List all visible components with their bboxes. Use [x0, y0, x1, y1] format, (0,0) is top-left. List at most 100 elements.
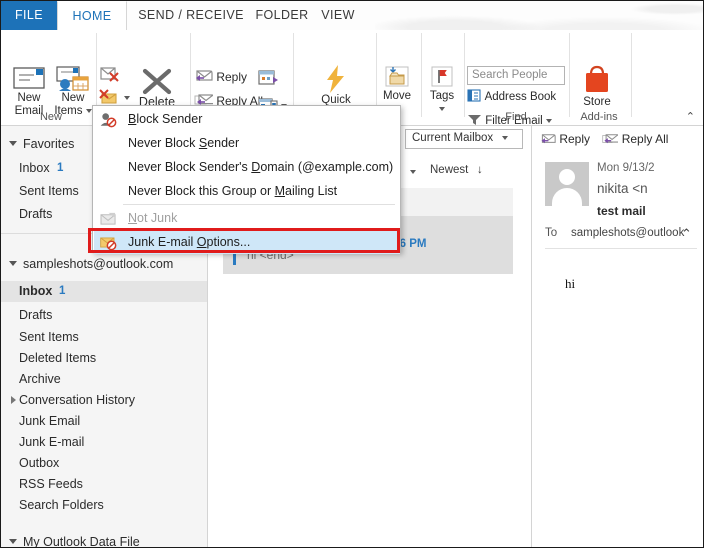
group-separator-6 [464, 33, 465, 117]
tags-caret[interactable] [423, 103, 461, 116]
new-email-icon [10, 64, 48, 92]
meeting-icon [257, 68, 279, 87]
folder-drafts-label: Drafts [19, 305, 52, 326]
lightning-icon [319, 64, 353, 94]
data-file-label: My Outlook Data File [23, 532, 140, 547]
folder-junk-email[interactable]: Junk Email [1, 411, 208, 432]
menu-item-block-sender[interactable]: Block Sender [94, 107, 400, 131]
reply-all-icon [601, 132, 618, 146]
folder-search-folders-label: Search Folders [19, 495, 104, 516]
message-body: hi [565, 276, 575, 292]
clean-up-icon [97, 87, 123, 107]
menu-item-block-sender-label: Block Sender [128, 107, 202, 131]
reading-reply-all-button[interactable]: Reply All [622, 132, 669, 146]
favorite-inbox-count: 1 [57, 158, 63, 179]
message-to-label: To [545, 227, 557, 239]
account-header[interactable]: sampleshots@outlook.com [1, 254, 208, 275]
folder-archive[interactable]: Archive [1, 369, 208, 390]
store-button[interactable]: Store [573, 64, 621, 109]
tab-file[interactable]: FILE [1, 1, 57, 30]
tab-folder[interactable]: FOLDER [251, 1, 313, 30]
tab-home[interactable]: HOME [57, 1, 127, 30]
store-label: Store [573, 96, 621, 109]
folder-outbox[interactable]: Outbox [1, 453, 208, 474]
sort-order-label[interactable]: Newest [430, 164, 468, 176]
folder-rss-feeds-label: RSS Feeds [19, 474, 83, 495]
address-book-label: Address Book [485, 91, 557, 103]
ribbon-group-label-addins: Add-ins [569, 111, 629, 123]
new-items-icon [54, 64, 92, 92]
folder-search-folders[interactable]: Search Folders [1, 495, 208, 516]
sort-order-arrow-icon[interactable]: ↓ [477, 164, 483, 176]
annotation-highlight-box [88, 228, 400, 253]
address-book-button[interactable]: Address Book [467, 89, 556, 103]
tags-label: Tags [423, 90, 461, 103]
menu-item-not-junk: Not Junk [94, 206, 400, 230]
favorite-drafts-label: Drafts [19, 204, 52, 225]
block-sender-icon [99, 111, 119, 128]
folder-junk-e-mail[interactable]: Junk E-mail [1, 432, 208, 453]
folder-junk-e-mail-label: Junk E-mail [19, 432, 84, 453]
conversation-history-expand-icon[interactable] [11, 396, 16, 404]
tags-button[interactable]: Tags [423, 64, 461, 116]
move-label: Move [378, 90, 416, 103]
message-subject: test mail [597, 204, 646, 218]
ribbon-group-label-new: New [7, 111, 95, 123]
reply-button[interactable]: Reply [193, 68, 247, 84]
reading-reply-button[interactable]: Reply [559, 132, 590, 146]
sort-by-caret-icon[interactable] [410, 170, 416, 174]
favorites-label: Favorites [23, 134, 74, 155]
folder-inbox[interactable]: Inbox 1 [1, 281, 208, 302]
account-expand-icon[interactable] [9, 261, 17, 266]
account-label: sampleshots@outlook.com [23, 254, 173, 275]
reply-label: Reply [216, 70, 247, 84]
group-separator-7 [569, 33, 570, 117]
folder-sent-items[interactable]: Sent Items [1, 327, 208, 348]
delete-x-icon [137, 66, 177, 96]
tab-send-receive[interactable]: SEND / RECEIVE [131, 1, 251, 30]
search-people-placeholder: Search People [472, 69, 547, 81]
new-items-line1: New [51, 92, 95, 105]
new-email-line1: New [7, 92, 51, 105]
folder-conversation-history[interactable]: Conversation History [1, 390, 208, 411]
menu-item-never-block-sender[interactable]: Never Block Sender [94, 131, 400, 155]
delete-button[interactable]: Delete [129, 66, 185, 109]
outlook-window: FILE HOME SEND / RECEIVE FOLDER VIEW New… [0, 0, 704, 548]
folder-conversation-history-label: Conversation History [19, 390, 135, 411]
avatar [545, 162, 589, 206]
group-separator-8 [631, 33, 632, 117]
reading-pane-divider [545, 248, 697, 249]
menu-item-never-block-group[interactable]: Never Block this Group or Mailing List [94, 179, 400, 203]
new-items-button[interactable]: New Items [51, 64, 95, 118]
reply-icon [539, 132, 556, 146]
tags-caret-icon[interactable] [439, 107, 445, 111]
data-file-header[interactable]: My Outlook Data File [1, 532, 208, 547]
message-to-value: sampleshots@outlook [571, 227, 684, 239]
reply-icon [193, 68, 213, 84]
search-people-input[interactable]: Search People [467, 66, 565, 85]
folder-outbox-label: Outbox [19, 453, 59, 474]
message-sender: nikita <n [597, 181, 648, 196]
ignore-icon [97, 63, 123, 83]
expand-header-chevron-icon[interactable]: ⌃ [681, 226, 692, 242]
avatar-body-icon [552, 188, 582, 208]
folder-drafts[interactable]: Drafts [1, 305, 208, 326]
folder-deleted-items[interactable]: Deleted Items [1, 348, 208, 369]
folder-rss-feeds[interactable]: RSS Feeds [1, 474, 208, 495]
favorite-sent-items-label: Sent Items [19, 181, 79, 202]
meeting-button[interactable] [257, 68, 279, 90]
ignore-button[interactable] [97, 63, 123, 86]
group-separator-5 [421, 33, 422, 117]
tab-view[interactable]: VIEW [313, 1, 363, 30]
message-date: Mon 9/13/2 [597, 162, 655, 174]
menu-item-never-block-domain[interactable]: Never Block Sender's Domain (@example.co… [94, 155, 400, 179]
favorites-expand-icon[interactable] [9, 141, 17, 146]
collapse-ribbon-button[interactable]: ⌃ [686, 110, 695, 123]
new-email-button[interactable]: New Email [7, 64, 51, 118]
reading-pane-toolbar: Reply Reply All [539, 132, 668, 146]
search-scope-caret-icon[interactable] [502, 136, 508, 140]
search-scope-dropdown[interactable]: Current Mailbox [405, 129, 523, 149]
data-file-expand-icon[interactable] [9, 539, 17, 544]
search-scope-label: Current Mailbox [412, 132, 493, 144]
favorite-inbox-label: Inbox [19, 158, 50, 179]
